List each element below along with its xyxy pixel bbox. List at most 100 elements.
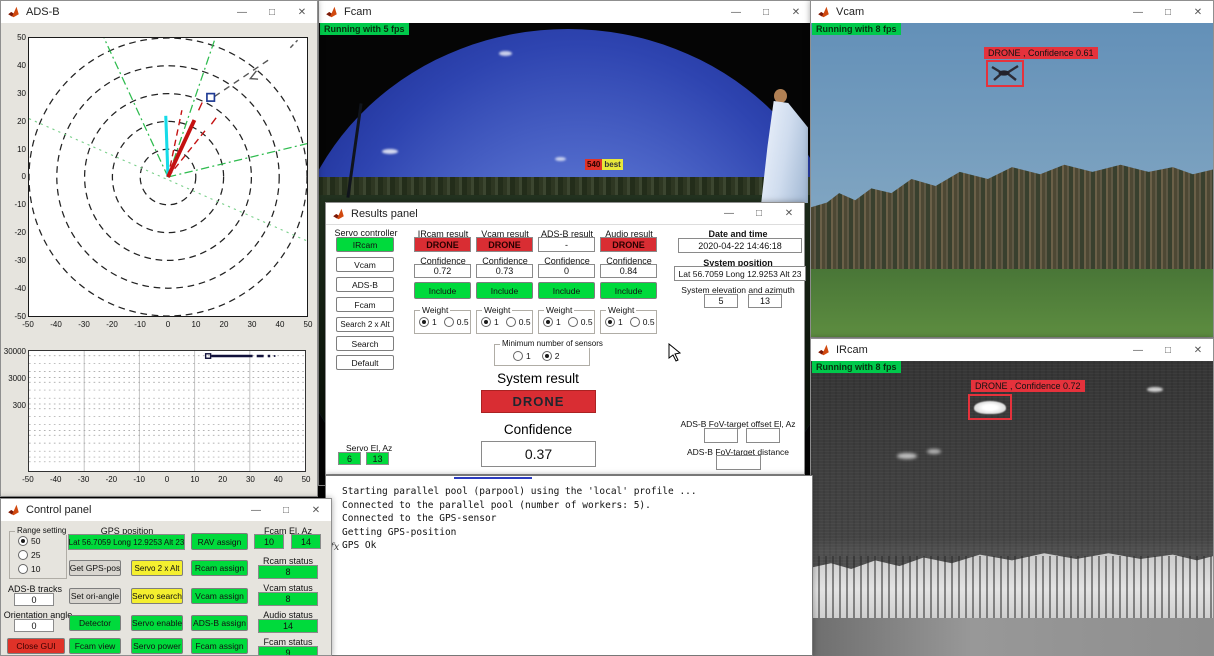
maximize-icon[interactable]: □	[271, 499, 301, 521]
altitude-plot	[28, 350, 306, 472]
tick: -40	[14, 284, 26, 293]
servo-btn-search[interactable]: Search	[336, 336, 394, 351]
servo-btn-ircam[interactable]: IRcam	[336, 237, 394, 252]
sensor-confidence: 0.73	[476, 264, 533, 278]
tick: -20	[14, 228, 26, 237]
include-button[interactable]: Include	[476, 282, 533, 299]
weight-05-radio[interactable]	[568, 317, 578, 327]
minimize-icon[interactable]: —	[714, 203, 744, 224]
tick: 50	[17, 33, 26, 42]
weight-group: Weight 1 0.5	[600, 310, 657, 334]
system-confidence-label: Confidence	[504, 422, 572, 437]
servo-enable-button[interactable]: Servo enable	[131, 615, 183, 631]
range-50-radio[interactable]	[18, 536, 28, 546]
tick: 50	[294, 320, 322, 329]
include-button[interactable]: Include	[414, 282, 471, 299]
fcam-title: Fcam	[344, 6, 372, 18]
console-line: Getting GPS-position	[342, 526, 806, 540]
weight-label: Weight	[606, 305, 636, 315]
servo-btn-default[interactable]: Default	[336, 355, 394, 370]
maximize-icon[interactable]: □	[751, 1, 781, 23]
get-gps-pos-button[interactable]: Get GPS-pos	[69, 560, 121, 576]
altitude-track	[206, 354, 276, 358]
fcam-view-button[interactable]: Fcam view	[69, 638, 121, 654]
altitude-plot-svg	[29, 351, 305, 471]
weight-1-radio[interactable]	[481, 317, 491, 327]
tick: 10	[181, 475, 209, 484]
min-sensors-1-radio[interactable]	[513, 351, 523, 361]
adsb-assign-button[interactable]: ADS-B assign	[191, 615, 248, 631]
adsb-distance-field[interactable]	[716, 455, 761, 470]
weight-05-radio[interactable]	[444, 317, 454, 327]
vcam-status-value: 8	[258, 592, 318, 606]
min-sensors-2-radio[interactable]	[542, 351, 552, 361]
servo-btn-fcam[interactable]: Fcam	[336, 297, 394, 312]
range-setting-group: Range setting 50 25 10	[9, 531, 67, 579]
detector-button[interactable]: Detector	[69, 615, 121, 631]
close-icon[interactable]: ✕	[1183, 1, 1213, 23]
weight-05-radio[interactable]	[630, 317, 640, 327]
system-confidence-value: 0.37	[481, 441, 596, 467]
minimize-icon[interactable]: —	[227, 1, 257, 23]
close-icon[interactable]: ✕	[287, 1, 317, 23]
vcam-assign-button[interactable]: Vcam assign	[191, 588, 248, 604]
range-50-label: 50	[31, 536, 40, 546]
vcam-field	[811, 269, 1213, 337]
include-button[interactable]: Include	[600, 282, 657, 299]
range-25-radio[interactable]	[18, 550, 28, 560]
weight-1-radio[interactable]	[419, 317, 429, 327]
maximize-icon[interactable]: □	[1153, 339, 1183, 361]
servo-search-button[interactable]: Servo search	[131, 588, 183, 604]
servo-2x-alt-button[interactable]: Servo 2 x Alt	[131, 560, 183, 576]
fcam-el-value: 10	[254, 534, 284, 549]
weight-05-radio[interactable]	[506, 317, 516, 327]
ircam-window-controls: — □ ✕	[1123, 339, 1213, 361]
weight-1-radio[interactable]	[605, 317, 615, 327]
rav-assign-button[interactable]: RAV assign	[191, 533, 248, 550]
minimize-icon[interactable]: —	[1123, 339, 1153, 361]
system-el-value: 5	[704, 294, 738, 308]
rcam-assign-button[interactable]: Rcam assign	[191, 560, 248, 576]
weight-1-radio[interactable]	[543, 317, 553, 327]
range-10-label: 10	[31, 564, 40, 574]
range-10-radio[interactable]	[18, 564, 28, 574]
close-icon[interactable]: ✕	[774, 203, 804, 224]
close-icon[interactable]: ✕	[1183, 339, 1213, 361]
ir-bright-spot	[927, 449, 941, 454]
range-25-label: 25	[31, 550, 40, 560]
min-sensors-label: Minimum number of sensors	[500, 339, 605, 348]
set-ori-angle-button[interactable]: Set ori-angle	[69, 588, 121, 604]
minimize-icon[interactable]: —	[1123, 1, 1153, 23]
adsb-offset-az-field[interactable]	[746, 428, 780, 443]
close-icon[interactable]: ✕	[301, 499, 331, 521]
ir-treeline-texture	[811, 556, 1213, 618]
servo-btn-search2alt[interactable]: Search 2 x Alt	[336, 317, 394, 332]
sensor-confidence: 0.84	[600, 264, 657, 278]
close-gui-button[interactable]: Close GUI	[7, 638, 65, 654]
tick: 20	[17, 117, 26, 126]
maximize-icon[interactable]: □	[257, 1, 287, 23]
adsb-offset-el-field[interactable]	[704, 428, 738, 443]
console-window: Starting parallel pool (parpool) using t…	[325, 475, 813, 656]
servo-btn-adsb[interactable]: ADS-B	[336, 277, 394, 292]
fisheye-treeline	[319, 177, 811, 195]
min-sensors-group: Minimum number of sensors 1 2	[494, 344, 590, 366]
maximize-icon[interactable]: □	[744, 203, 774, 224]
orientation-angle-field[interactable]: 0	[14, 619, 54, 632]
tick: 40	[264, 475, 292, 484]
maximize-icon[interactable]: □	[1153, 1, 1183, 23]
minimize-icon[interactable]: —	[721, 1, 751, 23]
system-result-value: DRONE	[481, 390, 596, 413]
tick: -30	[70, 475, 98, 484]
results-panel-window: Results panel — □ ✕ Servo controller IRc…	[325, 202, 805, 475]
adsb-tracks-field[interactable]: 0	[14, 593, 54, 606]
tick: -40	[42, 475, 70, 484]
fisheye-cloud	[382, 149, 398, 154]
console-text[interactable]: Starting parallel pool (parpool) using t…	[342, 485, 806, 553]
servo-power-button[interactable]: Servo power	[131, 638, 183, 654]
minimize-icon[interactable]: —	[241, 499, 271, 521]
fcam-assign-button[interactable]: Fcam assign	[191, 638, 248, 654]
include-button[interactable]: Include	[538, 282, 595, 299]
close-icon[interactable]: ✕	[781, 1, 811, 23]
servo-btn-vcam[interactable]: Vcam	[336, 257, 394, 272]
